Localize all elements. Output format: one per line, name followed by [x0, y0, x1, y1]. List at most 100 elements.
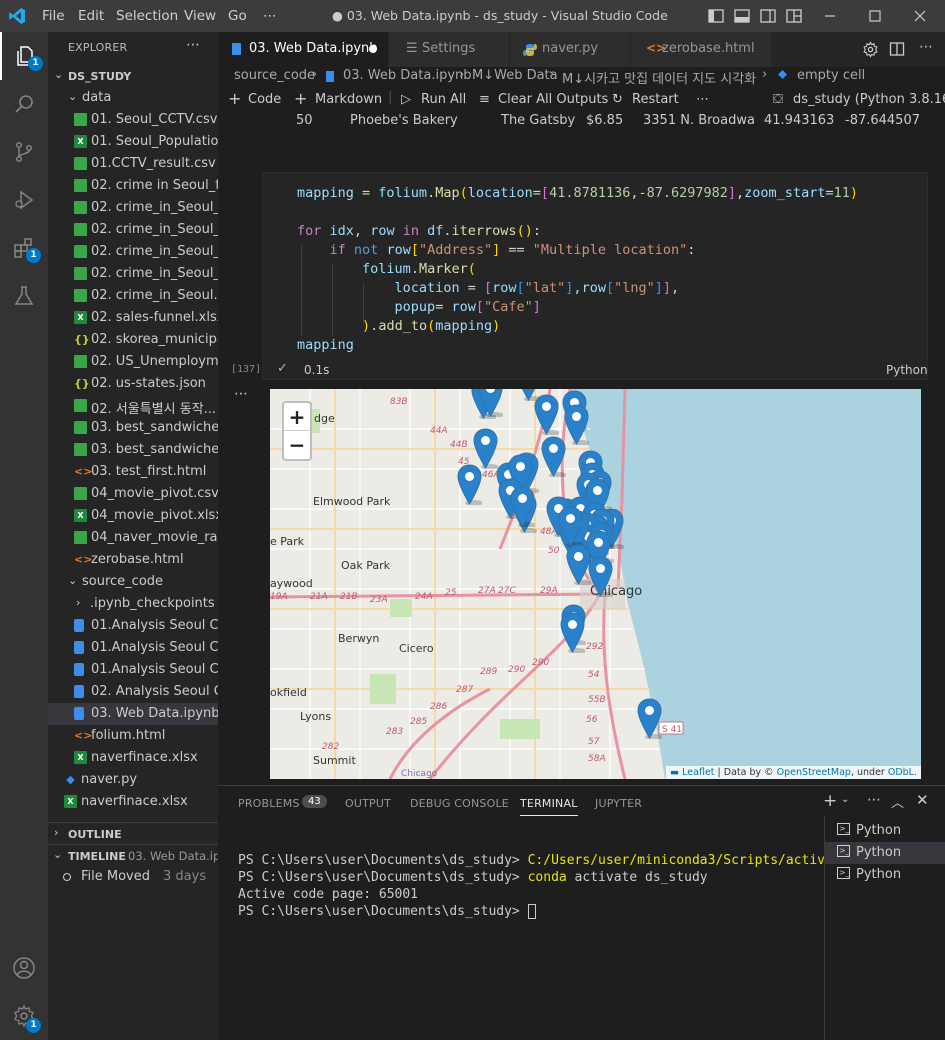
tree-file[interactable]: <> folium.html	[48, 725, 218, 747]
tree-file[interactable]: Xnaverfinace.xlsx	[48, 747, 218, 769]
folium-map[interactable]: 83B44A44B19A21A21B23A24A2527A27C29A52B52…	[270, 389, 921, 779]
tree-file[interactable]: 02. crime_in_Seoul.csv	[48, 285, 218, 307]
more-actions-icon[interactable]: ⋯	[186, 37, 200, 53]
menu-go[interactable]: Go	[228, 8, 247, 24]
breadcrumb-folder[interactable]: source_code	[234, 68, 315, 83]
tree-file[interactable]: 01.CCTV_result.csv	[48, 153, 218, 175]
more-actions-icon[interactable]: ⋯	[919, 39, 933, 55]
outline-section[interactable]: › OUTLINE	[48, 822, 218, 844]
tab-settings[interactable]: ☰ Settings	[389, 32, 509, 67]
toggle-sidebar-icon[interactable]	[706, 6, 726, 26]
accounts-activity[interactable]	[0, 944, 48, 992]
map-marker-icon[interactable]	[510, 486, 535, 527]
extensions-activity[interactable]: 1	[0, 224, 48, 272]
map-marker-icon[interactable]	[457, 464, 482, 505]
gear-icon[interactable]	[862, 41, 879, 58]
new-terminal-icon[interactable]: +	[823, 791, 837, 811]
tree-file[interactable]: 03. best_sandwiches...	[48, 439, 218, 461]
map-marker-icon[interactable]	[534, 394, 559, 435]
kernel-picker[interactable]: ds_study (Python 3.8.16)	[793, 92, 945, 107]
map-marker-icon[interactable]	[637, 698, 662, 739]
code-cell[interactable]: mapping = folium.Map(location=[41.878113…	[262, 172, 928, 380]
tree-file[interactable]: {}02. skorea_municipa...	[48, 329, 218, 351]
tree-file[interactable]: 02. crime_in_Seoul_r...	[48, 263, 218, 285]
tree-file[interactable]: 02. crime_in_Seoul_fi...	[48, 219, 218, 241]
terminal-list-item[interactable]: >_ Python	[825, 864, 945, 886]
odbl-link[interactable]: ODbL.	[888, 767, 917, 778]
tree-file[interactable]: 02. crime_in_Seoul_1...	[48, 197, 218, 219]
terminal-more-icon[interactable]: ⋯	[867, 792, 881, 808]
tree-file[interactable]: 02. US_Unemploym...	[48, 351, 218, 373]
timeline-section[interactable]: ⌄ TIMELINE 03. Web Data.ipy...	[48, 844, 218, 866]
close-panel-icon[interactable]: ✕	[916, 791, 929, 809]
tree-folder[interactable]: › .ipynb_checkpoints	[48, 593, 218, 615]
explorer-activity[interactable]: 1	[0, 32, 48, 80]
tree-file[interactable]: <> 03. test_first.html	[48, 461, 218, 483]
terminal-list-item-active[interactable]: >_ Python	[825, 842, 945, 864]
chevron-up-icon[interactable]: ︿	[891, 792, 904, 811]
split-editor-icon[interactable]	[889, 41, 905, 57]
tree-file[interactable]: 03. best_sandwiches...	[48, 417, 218, 439]
tree-file[interactable]: X 04_movie_pivot.xlsx	[48, 505, 218, 527]
chevron-down-icon[interactable]: ⌄	[841, 794, 849, 805]
leaflet-link[interactable]: ▬ Leaflet	[670, 767, 714, 778]
timeline-entry[interactable]: File Moved 3 days	[48, 866, 218, 888]
source-control-activity[interactable]	[0, 128, 48, 176]
tree-folder[interactable]: ⌄ source_code	[48, 571, 218, 593]
breadcrumb-subheading[interactable]: M↓시카고 맛집 데이터 지도 시각화	[562, 68, 756, 87]
menu-view[interactable]: View	[184, 8, 216, 24]
add-markdown-button[interactable]: Markdown	[315, 92, 382, 107]
zoom-in-button[interactable]: +	[284, 403, 310, 431]
toolbar-more-icon[interactable]: ⋯	[696, 92, 709, 107]
tab-terminal[interactable]: TERMINAL	[520, 797, 578, 816]
maximize-icon[interactable]	[865, 6, 885, 26]
run-all-button[interactable]: Run All	[421, 92, 466, 107]
customize-layout-icon[interactable]	[784, 6, 804, 26]
breadcrumb-file[interactable]: 03. Web Data.ipynb	[343, 68, 472, 83]
tree-file[interactable]: ◆ naver.py	[48, 769, 218, 791]
map-marker-icon[interactable]	[588, 556, 613, 597]
tree-file[interactable]: 02. 서울특별시 동작...	[48, 395, 218, 417]
menu-more[interactable]: ⋯	[263, 8, 277, 24]
tree-file[interactable]: 01. Seoul_CCTV.csv	[48, 109, 218, 131]
tree-file[interactable]: 01.Analysis Seoul CC...	[48, 659, 218, 681]
tab-debug-console[interactable]: DEBUG CONSOLE	[410, 797, 509, 810]
breadcrumb-cell[interactable]: empty cell	[797, 68, 865, 83]
tree-folder[interactable]: ⌄ data	[48, 87, 218, 109]
map-marker-icon[interactable]	[473, 428, 498, 469]
tree-file[interactable]: 04_naver_movie_raw...	[48, 527, 218, 549]
restart-button[interactable]: Restart	[632, 92, 679, 107]
tree-file[interactable]: 02. crime_in_Seoul_l...	[48, 241, 218, 263]
testing-activity[interactable]	[0, 272, 48, 320]
map-marker-icon[interactable]	[558, 506, 583, 547]
tree-file[interactable]: 02. Analysis Seoul Cr...	[48, 681, 218, 703]
tab-web-data[interactable]: 03. Web Data.ipynb	[218, 32, 388, 67]
tab-problems[interactable]: PROBLEMS	[238, 797, 300, 810]
tree-file[interactable]: 03. Web Data.ipynb	[48, 703, 218, 725]
terminal-line-4[interactable]: PS C:\Users\user\Documents\ds_study>	[238, 904, 536, 919]
tab-naver-py[interactable]: naver.py	[510, 32, 630, 67]
toggle-secondary-sidebar-icon[interactable]	[758, 6, 778, 26]
tab-zerobase-html[interactable]: <> zerobase.html	[631, 32, 771, 67]
tree-file[interactable]: {} 02. us-states.json	[48, 373, 218, 395]
map-marker-icon[interactable]	[478, 389, 503, 417]
clear-outputs-button[interactable]: Clear All Outputs	[498, 92, 608, 107]
map-marker-icon[interactable]	[564, 404, 589, 445]
minimize-icon[interactable]	[820, 6, 840, 26]
run-debug-activity[interactable]	[0, 176, 48, 224]
terminal-list-item[interactable]: >_ Python	[825, 820, 945, 842]
add-code-button[interactable]: Code	[248, 92, 281, 107]
search-activity[interactable]	[0, 80, 48, 128]
breadcrumb-heading[interactable]: M↓Web Data	[472, 68, 558, 83]
osm-link[interactable]: OpenStreetMap	[777, 767, 851, 778]
tree-file[interactable]: 04_movie_pivot.csv	[48, 483, 218, 505]
tree-file[interactable]: 01.Analysis Seoul CC...	[48, 615, 218, 637]
tab-output[interactable]: OUTPUT	[345, 797, 391, 810]
tree-file[interactable]: 02. crime in Seoul_fi...	[48, 175, 218, 197]
tree-file[interactable]: Xnaverfinace.xlsx	[48, 791, 218, 813]
cell-language[interactable]: Python	[886, 363, 928, 377]
menu-edit[interactable]: Edit	[78, 8, 104, 24]
close-window-icon[interactable]	[910, 6, 930, 26]
unsaved-dot-icon[interactable]	[369, 45, 377, 53]
manage-activity[interactable]: 1	[0, 992, 48, 1040]
